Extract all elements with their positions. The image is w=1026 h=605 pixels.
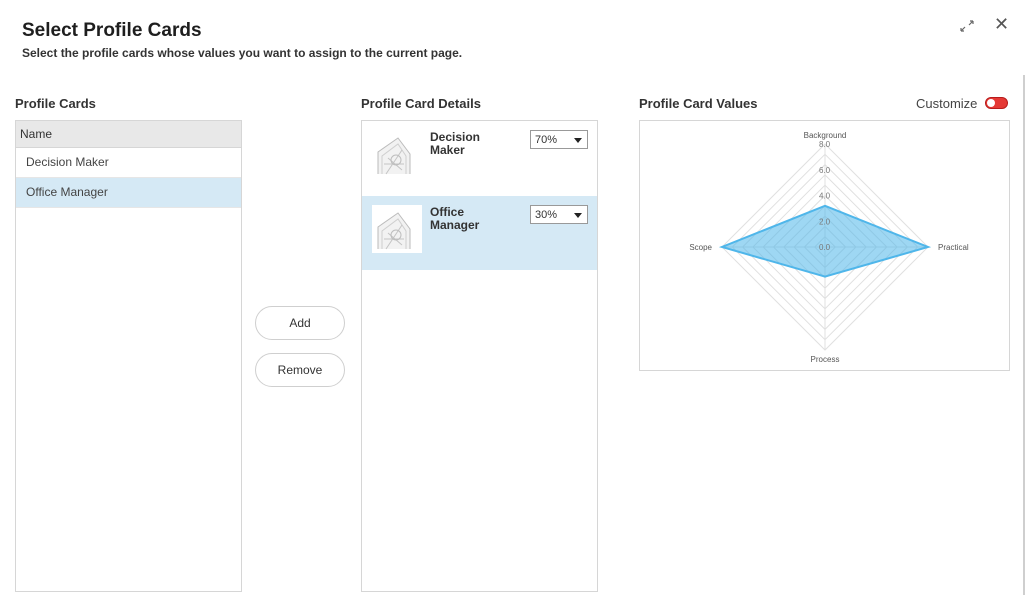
radar-axis-label: Practical: [938, 243, 969, 252]
radar-tick-label: 0.0: [819, 243, 831, 252]
profile-card-values-chart: 0.0 2.0 4.0 6.0 8.0 Background Practical Proces…: [639, 120, 1010, 371]
detail-name: Office Manager: [430, 205, 480, 232]
radar-axis-label: Scope: [689, 243, 712, 252]
customize-label: Customize: [916, 96, 978, 111]
caret-down-icon: [574, 213, 582, 218]
profile-card-thumbnail: [372, 130, 422, 178]
profile-cards-list: Name Decision Maker Office Manager: [15, 120, 242, 592]
remove-button[interactable]: Remove: [255, 353, 345, 387]
detail-name: Decision Maker: [430, 130, 481, 157]
weight-value: 70%: [535, 134, 558, 146]
profile-card-values-title: Profile Card Values: [639, 96, 758, 111]
caret-down-icon: [574, 138, 582, 143]
add-button[interactable]: Add: [255, 306, 345, 340]
profile-card-thumbnail: [372, 205, 422, 253]
dialog-edge: [1023, 75, 1025, 595]
close-icon[interactable]: ✕: [994, 15, 1009, 33]
detail-row-office-manager[interactable]: Office Manager 30%: [362, 196, 597, 270]
profile-card-details-list: Decision Maker 70% Office Manager 30%: [361, 120, 598, 592]
dialog-subtitle: Select the profile cards whose values yo…: [22, 46, 463, 60]
customize-toggle[interactable]: [985, 97, 1008, 109]
toggle-knob: [987, 99, 995, 107]
radar-tick-label: 4.0: [819, 192, 831, 201]
radar-chart: 0.0 2.0 4.0 6.0 8.0Background Practical Proces…: [689, 131, 969, 364]
profile-card-details-title: Profile Card Details: [361, 96, 481, 111]
weight-dropdown[interactable]: 70%: [530, 130, 588, 149]
list-item-decision-maker[interactable]: Decision Maker: [16, 148, 241, 178]
list-item-office-manager[interactable]: Office Manager: [16, 178, 241, 208]
profile-cards-title: Profile Cards: [15, 96, 96, 111]
expand-icon[interactable]: [958, 18, 976, 34]
radar-tick-label: 8.0: [819, 140, 831, 149]
weight-value: 30%: [535, 209, 558, 221]
radar-tick-label: 6.0: [819, 166, 831, 175]
dialog-title: Select Profile Cards: [22, 20, 202, 41]
name-column-header[interactable]: Name: [16, 121, 241, 148]
detail-row-decision-maker[interactable]: Decision Maker 70%: [362, 121, 597, 195]
weight-dropdown[interactable]: 30%: [530, 205, 588, 224]
radar-axis-label: Process: [811, 355, 840, 364]
radar-tick-label: 2.0: [819, 217, 831, 226]
radar-axis-label: Background: [804, 131, 847, 140]
